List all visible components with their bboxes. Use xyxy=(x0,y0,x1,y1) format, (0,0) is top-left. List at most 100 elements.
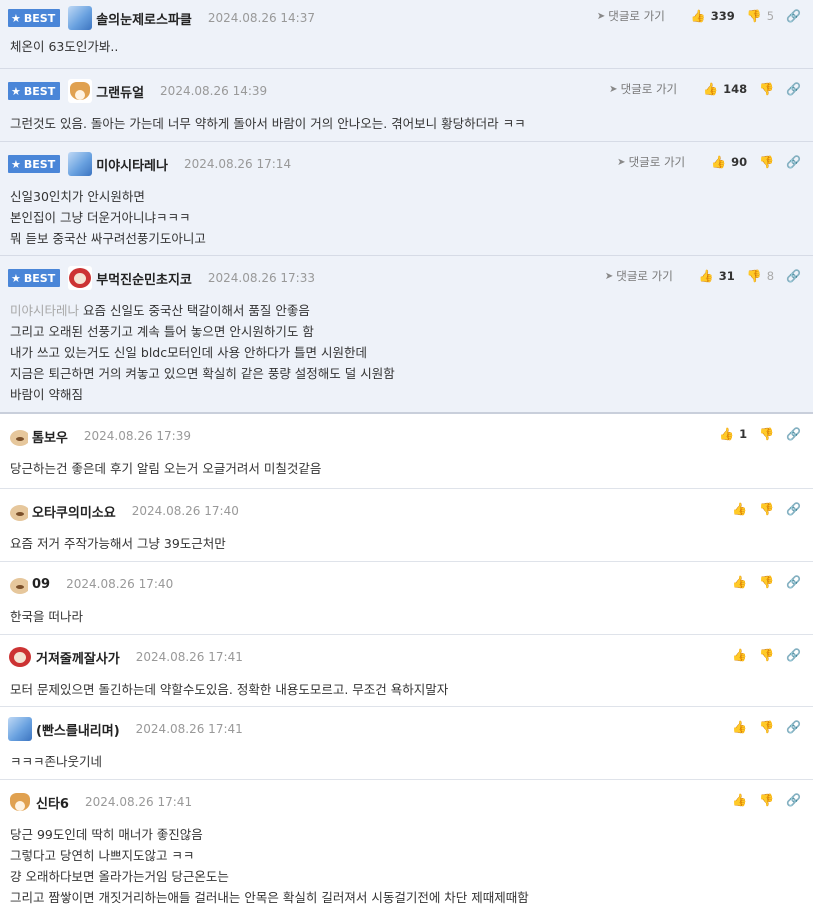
copy-link-button[interactable]: 🔗 xyxy=(786,648,801,662)
copy-link-button[interactable]: 🔗 xyxy=(786,502,801,516)
upvote-button[interactable]: 👍 xyxy=(732,502,747,516)
go-to-comment-link[interactable]: ➤ 댓글로 가기 xyxy=(617,154,685,170)
upvote-button[interactable]: 👍 1 xyxy=(719,427,747,441)
go-to-comment-link[interactable]: ➤ 댓글로 가기 xyxy=(605,268,673,284)
comment-line: 바람이 약해짐 xyxy=(10,387,83,402)
avatar[interactable] xyxy=(8,501,28,521)
comment-body: 당근 99도인데 딱히 매너가 좋진않음 그렇다고 당연히 나쁘지도않고 ㅋㅋ … xyxy=(8,824,805,915)
navigation-arrow-icon: ➤ xyxy=(609,83,618,95)
downvote-button[interactable]: 👎 xyxy=(759,720,774,734)
comment-item: (빤스를내리며) 2024.08.26 17:41 👍 👎 🔗 ㅋㅋㅋ존나웃기네 xyxy=(0,707,813,780)
link-icon: 🔗 xyxy=(786,575,801,589)
copy-link-button[interactable]: 🔗 xyxy=(786,269,801,283)
upvote-button[interactable]: 👍 148 xyxy=(703,82,747,96)
go-to-comment-link[interactable]: ➤ 댓글로 가기 xyxy=(597,8,665,24)
upvote-button[interactable]: 👍 31 xyxy=(699,269,735,283)
upvote-button[interactable]: 👍 xyxy=(732,575,747,589)
navigation-arrow-icon: ➤ xyxy=(617,156,626,168)
copy-link-button[interactable]: 🔗 xyxy=(786,82,801,96)
comment-body: 당근하는건 좋은데 후기 알림 오는거 오글거려서 미칠것같음 xyxy=(8,458,805,493)
avatar[interactable] xyxy=(8,645,32,669)
comment-line: 당근하는건 좋은데 후기 알림 오는거 오글거려서 미칠것같음 xyxy=(10,461,322,476)
comment-author[interactable]: 미야시타레나 xyxy=(96,155,168,174)
go-to-comment-link[interactable]: ➤ 댓글로 가기 xyxy=(609,81,677,97)
link-icon: 🔗 xyxy=(786,269,801,283)
link-icon: 🔗 xyxy=(786,648,801,662)
downvote-button[interactable]: 👎 xyxy=(759,82,774,96)
comment-author[interactable]: 오타쿠의미소요 xyxy=(32,502,116,521)
thumbs-up-icon: 👍 xyxy=(732,648,748,662)
thumbs-down-icon: 👎 xyxy=(759,82,775,96)
copy-link-button[interactable]: 🔗 xyxy=(786,575,801,589)
comment-author[interactable]: 거져줄께잘사가 xyxy=(36,648,120,667)
downvote-button[interactable]: 👎 8 xyxy=(747,269,774,283)
best-badge: ★ BEST xyxy=(8,269,61,287)
navigation-arrow-icon: ➤ xyxy=(604,270,614,282)
copy-link-button[interactable]: 🔗 xyxy=(786,427,801,441)
comment-author[interactable]: (빤스를내리며) xyxy=(36,720,120,739)
avatar[interactable] xyxy=(68,152,93,176)
copy-link-button[interactable]: 🔗 xyxy=(786,720,801,734)
downvote-button[interactable]: 👎 xyxy=(759,575,774,589)
mention-link[interactable]: 미야시타레나 xyxy=(10,303,79,318)
copy-link-button[interactable]: 🔗 xyxy=(786,9,801,23)
thumbs-up-icon: 👍 xyxy=(698,269,714,283)
thumbs-up-icon: 👍 xyxy=(732,793,748,807)
avatar[interactable] xyxy=(8,574,28,594)
link-icon: 🔗 xyxy=(786,502,801,516)
comment-line: 모터 문제있으면 돌긴하는데 약할수도있음. 정확한 내용도모르고. 무조건 욕… xyxy=(10,682,449,697)
comment-line: 그리고 오래된 선풍기고 계속 틀어 놓으면 안시원하기도 함 xyxy=(10,324,314,339)
downvote-button[interactable]: 👎 xyxy=(759,648,774,662)
link-icon: 🔗 xyxy=(786,82,801,96)
downvote-button[interactable]: 👎 xyxy=(759,793,774,807)
link-icon: 🔗 xyxy=(786,720,801,734)
avatar[interactable] xyxy=(8,790,32,814)
comment-item: 톰보우 2024.08.26 17:39 👍 1 👎 🔗 당근하는건 좋은데 후기… xyxy=(0,414,813,489)
link-icon: 🔗 xyxy=(786,427,801,441)
comment-line: ㅋㅋㅋ존나웃기네 xyxy=(10,754,103,769)
avatar[interactable] xyxy=(68,79,93,103)
downvote-count: 5 xyxy=(766,9,775,23)
thumbs-up-icon: 👍 xyxy=(719,427,735,441)
upvote-count: 31 xyxy=(718,269,735,283)
comment-line: 뭐 듣보 중국산 싸구려선풍기도아니고 xyxy=(10,231,206,246)
comment-line: 요즘 저거 주작가능해서 그냥 39도근처만 xyxy=(10,536,226,551)
upvote-button[interactable]: 👍 xyxy=(732,648,747,662)
thumbs-up-icon: 👍 xyxy=(711,155,727,169)
thumbs-down-icon: 👎 xyxy=(759,648,775,662)
thumbs-up-icon: 👍 xyxy=(732,575,748,589)
avatar[interactable] xyxy=(8,717,32,741)
comment-date: 2024.08.26 17:39 xyxy=(83,429,191,443)
best-comment: ★ BEST 부먹진순민초지코 2024.08.26 17:33 ➤ 댓글로 가기 … xyxy=(0,256,813,414)
upvote-button[interactable]: 👍 339 xyxy=(691,9,735,23)
comment-body: 미야시타레나 요즘 신일도 중국산 택갈이해서 품질 안좋음 그리고 오래된 선… xyxy=(8,300,805,419)
comment-author[interactable]: 솔의눈제로스파클 xyxy=(96,9,192,28)
downvote-button[interactable]: 👎 xyxy=(759,427,774,441)
comment-author[interactable]: 그랜듀얼 xyxy=(96,82,144,101)
downvote-button[interactable]: 👎 5 xyxy=(747,9,774,23)
best-badge: ★ BEST xyxy=(8,9,61,27)
copy-link-button[interactable]: 🔗 xyxy=(786,793,801,807)
downvote-button[interactable]: 👎 xyxy=(759,155,774,169)
copy-link-button[interactable]: 🔗 xyxy=(786,155,801,169)
comment-line: 미야시타레나 요즘 신일도 중국산 택갈이해서 품질 안좋음 xyxy=(10,303,310,318)
avatar[interactable] xyxy=(68,266,93,290)
thumbs-down-icon: 👎 xyxy=(746,9,762,23)
comment-line: 신일30인치가 안시원하면 xyxy=(10,189,145,204)
comment-author[interactable]: 09 xyxy=(32,577,50,592)
avatar[interactable] xyxy=(8,426,28,446)
comment-author[interactable]: 톰보우 xyxy=(32,427,68,446)
avatar[interactable] xyxy=(68,6,93,30)
upvote-button[interactable]: 👍 xyxy=(732,793,747,807)
downvote-button[interactable]: 👎 xyxy=(759,502,774,516)
thumbs-up-icon: 👍 xyxy=(690,9,706,23)
comment-author[interactable]: 부먹진순민초지코 xyxy=(96,269,192,288)
comment-author[interactable]: 신타6 xyxy=(36,793,69,812)
comment-list: ★ BEST 솔의눈제로스파클 2024.08.26 14:37 ➤ 댓글로 가기 … xyxy=(0,0,813,915)
upvote-button[interactable]: 👍 xyxy=(732,720,747,734)
upvote-button[interactable]: 👍 90 xyxy=(711,155,747,169)
link-icon: 🔗 xyxy=(786,9,801,23)
comment-body: 신일30인치가 안시원하면 본인집이 그냥 더운거아니냐ㅋㅋㅋ 뭐 듣보 중국산… xyxy=(8,186,805,263)
comment-line: 본인집이 그냥 더운거아니냐ㅋㅋㅋ xyxy=(10,210,191,225)
thumbs-down-icon: 👎 xyxy=(759,155,775,169)
